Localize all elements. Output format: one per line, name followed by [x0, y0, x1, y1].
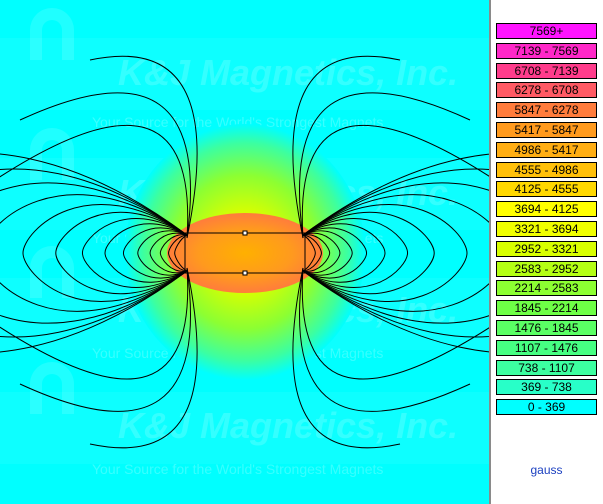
legend-item: 2952 - 3321	[496, 240, 597, 257]
legend-item: 0 - 369	[496, 399, 597, 416]
legend-item: 369 - 738	[496, 379, 597, 396]
watermark-tagline: Your Source for the World's Strongest Ma…	[92, 461, 383, 477]
legend-item: 1107 - 1476	[496, 339, 597, 356]
magnet-handle	[242, 230, 248, 236]
legend-item: 4986 - 5417	[496, 141, 597, 158]
legend-item: 738 - 1107	[496, 359, 597, 376]
watermark-company: K&J Magnetics, Inc.	[118, 405, 458, 446]
field-strength-core	[167, 213, 323, 293]
legend-item: 6708 - 7139	[496, 62, 597, 79]
legend-item: 4555 - 4986	[496, 161, 597, 178]
legend-item: 2214 - 2583	[496, 280, 597, 297]
legend-item: 7139 - 7569	[496, 42, 597, 59]
legend-item: 1845 - 2214	[496, 300, 597, 317]
legend-item: 3694 - 4125	[496, 201, 597, 218]
legend-item: 5847 - 6278	[496, 102, 597, 119]
legend-item: 4125 - 4555	[496, 181, 597, 198]
watermark-company: K&J Magnetics, Inc.	[118, 52, 458, 93]
legend-list: 7569+ 7139 - 7569 6708 - 7139 6278 - 6708 58…	[496, 23, 597, 419]
legend-item: 7569+	[496, 23, 597, 39]
legend-panel: 7569+ 7139 - 7569 6708 - 7139 6278 - 6708 58…	[491, 0, 603, 504]
legend-unit: gauss	[530, 463, 563, 477]
field-plot: K&J Magnetics, Inc. K&J Magnetics, Inc. …	[0, 0, 489, 504]
legend-item: 1476 - 1845	[496, 319, 597, 336]
legend-item: 2583 - 2952	[496, 260, 597, 277]
legend-item: 3321 - 3694	[496, 220, 597, 237]
legend-item: 6278 - 6708	[496, 82, 597, 99]
legend-item: 5417 - 5847	[496, 121, 597, 138]
field-plot-svg: K&J Magnetics, Inc. K&J Magnetics, Inc. …	[0, 8, 489, 477]
magnet-handle	[242, 270, 248, 276]
